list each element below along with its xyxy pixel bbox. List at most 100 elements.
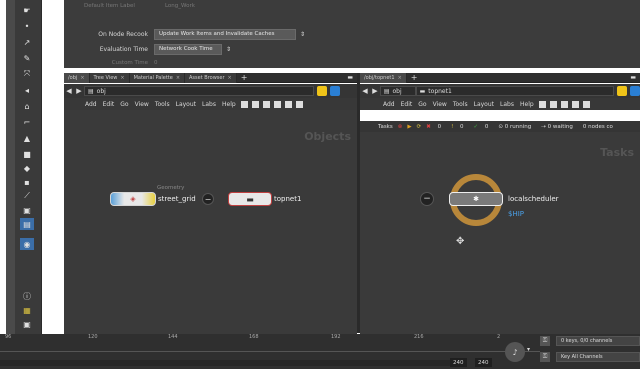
square-tool-icon[interactable]: ■ xyxy=(20,148,34,160)
objects-network-view[interactable]: Objects Geometry ◈ street_grid − ▬ topne… xyxy=(64,110,357,334)
menu-tools[interactable]: Tools xyxy=(152,101,173,108)
back-arrow-icon[interactable]: ◀ xyxy=(64,87,74,95)
menu-view[interactable]: View xyxy=(430,101,450,108)
end-frame-field[interactable]: 240 xyxy=(475,358,492,367)
add-tab-icon[interactable]: + xyxy=(237,73,252,82)
snap-tool-icon[interactable]: ⌐ xyxy=(20,116,34,128)
triangle-tool-icon[interactable]: ▲ xyxy=(20,132,34,144)
menu-help[interactable]: Help xyxy=(219,101,239,108)
pane-menu-icon[interactable]: ▬ xyxy=(347,74,357,81)
pane-menu-icon[interactable]: ▬ xyxy=(630,74,640,81)
layout-icon[interactable] xyxy=(582,100,590,108)
close-icon[interactable]: × xyxy=(228,75,232,81)
menu-help[interactable]: Help xyxy=(517,101,537,108)
tab-topnet1[interactable]: /obj/topnet1 × xyxy=(360,72,407,83)
ghost-tool-icon[interactable]: ◉ xyxy=(20,238,34,250)
link-icon[interactable] xyxy=(330,86,340,96)
menu-layout[interactable]: Layout xyxy=(173,101,199,108)
grid-icon[interactable] xyxy=(571,100,579,108)
menu-layout[interactable]: Layout xyxy=(471,101,497,108)
tab-tree-view[interactable]: Tree View × xyxy=(89,72,130,83)
list-icon[interactable] xyxy=(262,100,270,108)
pin-icon[interactable] xyxy=(617,86,628,96)
collapse-node-icon[interactable]: − xyxy=(420,192,434,206)
menu-tools[interactable]: Tools xyxy=(450,101,471,108)
handle-tool-icon[interactable]: ⤧ xyxy=(20,68,34,80)
key-all-channels-select[interactable]: Key All Channels xyxy=(556,352,640,362)
layout-icon[interactable] xyxy=(284,100,292,108)
menu-add[interactable]: Add xyxy=(380,101,398,108)
add-tab-icon[interactable]: + xyxy=(407,73,422,82)
brush-tool-icon[interactable]: ✎ xyxy=(20,52,34,64)
path-root-field[interactable]: ▤ obj xyxy=(379,86,416,96)
grid-tool-icon[interactable]: ▦ xyxy=(20,304,34,316)
custom-time-value[interactable]: 0 xyxy=(154,60,158,66)
tick-label: 216 xyxy=(414,334,424,340)
pose-tool-icon[interactable]: ◂ xyxy=(20,84,34,96)
range-slider[interactable] xyxy=(0,360,450,366)
audio-icon[interactable]: ♪ xyxy=(505,342,525,362)
dropdown-arrow-icon[interactable]: ▾ xyxy=(527,346,530,353)
path-field[interactable]: ▬ topnet1 xyxy=(415,86,615,96)
frame-tool-icon[interactable]: ▣ xyxy=(20,204,34,216)
menu-edit[interactable]: Edit xyxy=(398,101,416,108)
menu-go[interactable]: Go xyxy=(415,101,429,108)
geometry-node-body[interactable]: ◈ xyxy=(110,192,156,206)
key-all-icon[interactable]: ⚿ xyxy=(540,352,550,362)
close-icon[interactable]: × xyxy=(120,75,124,81)
tree-icon[interactable] xyxy=(549,100,557,108)
wrench-icon[interactable] xyxy=(240,100,248,108)
menu-go[interactable]: Go xyxy=(117,101,131,108)
menu-view[interactable]: View xyxy=(132,101,152,108)
pin-icon[interactable] xyxy=(317,86,327,96)
tasks-network-view[interactable]: Tasks − ✱ localscheduler $HIP ✥ xyxy=(360,132,640,334)
move-tool-icon[interactable]: ↗ xyxy=(20,36,34,48)
measure-tool-icon[interactable]: ⟋ xyxy=(20,190,34,202)
tab-obj[interactable]: /obj × xyxy=(64,72,90,83)
back-arrow-icon[interactable]: ◀ xyxy=(360,87,370,95)
forward-arrow-icon[interactable]: ▶ xyxy=(74,87,84,95)
menu-labs[interactable]: Labs xyxy=(497,101,517,108)
menu-add[interactable]: Add xyxy=(82,101,100,108)
forward-arrow-icon[interactable]: ▶ xyxy=(370,87,380,95)
tab-asset-browser[interactable]: Asset Browser × xyxy=(185,72,237,83)
tab-material-palette[interactable]: Material Palette × xyxy=(129,72,186,83)
cook-output-icon[interactable]: ⟳ xyxy=(417,124,422,130)
scheduler-node-body[interactable]: ✱ xyxy=(449,192,503,206)
on-node-recook-select[interactable]: Update Work Items and Invalidate Caches xyxy=(154,28,296,40)
path-field[interactable]: ▤ obj xyxy=(84,86,314,96)
topnet-node-body[interactable]: ▬ xyxy=(228,192,272,206)
select-arrows-icon[interactable]: ⇕ xyxy=(300,31,305,38)
display-tool-icon[interactable]: ▤ xyxy=(20,218,34,230)
tree-icon[interactable] xyxy=(251,100,259,108)
camera-tool-icon[interactable]: ▣ xyxy=(20,318,34,330)
key-icon[interactable]: ⚿ xyxy=(540,336,550,346)
diamond-tool-icon[interactable]: ◆ xyxy=(20,162,34,174)
close-icon[interactable]: × xyxy=(176,75,180,81)
collapse-node-icon[interactable]: − xyxy=(202,193,214,205)
close-icon[interactable]: × xyxy=(398,75,402,81)
node-localscheduler[interactable]: ✱ localscheduler xyxy=(449,192,559,206)
view-tool-icon[interactable]: ⌂ xyxy=(20,100,34,112)
info-tool-icon[interactable]: ⓘ xyxy=(20,290,34,302)
green-tool-icon[interactable]: ▪ xyxy=(20,176,34,188)
cancel-icon[interactable]: ⊗ xyxy=(398,124,403,130)
select-arrows-icon[interactable]: ⇕ xyxy=(226,46,231,53)
node-street-grid[interactable]: ◈ street_grid xyxy=(110,192,196,206)
timeline-track[interactable] xyxy=(0,344,540,352)
eval-time-select[interactable]: Network Cook Time xyxy=(154,43,222,55)
select-tool-icon[interactable]: ☛ xyxy=(20,4,34,16)
panel-icon[interactable] xyxy=(295,100,303,108)
menu-labs[interactable]: Labs xyxy=(199,101,219,108)
wrench-icon[interactable] xyxy=(538,100,546,108)
menu-edit[interactable]: Edit xyxy=(100,101,118,108)
playbar-timeline[interactable]: 96 120 144 168 192 216 2 240 240 ♪ ▾ ⚿ 0… xyxy=(0,334,640,369)
start-frame-field[interactable]: 240 xyxy=(450,358,467,367)
cook-icon[interactable]: ▶ xyxy=(407,124,411,130)
grid-icon[interactable] xyxy=(273,100,281,108)
close-icon[interactable]: × xyxy=(80,75,84,81)
dot-tool-icon[interactable]: • xyxy=(20,20,34,32)
list-icon[interactable] xyxy=(560,100,568,108)
link-icon[interactable] xyxy=(630,86,640,96)
node-topnet1[interactable]: ▬ topnet1 xyxy=(228,192,301,206)
